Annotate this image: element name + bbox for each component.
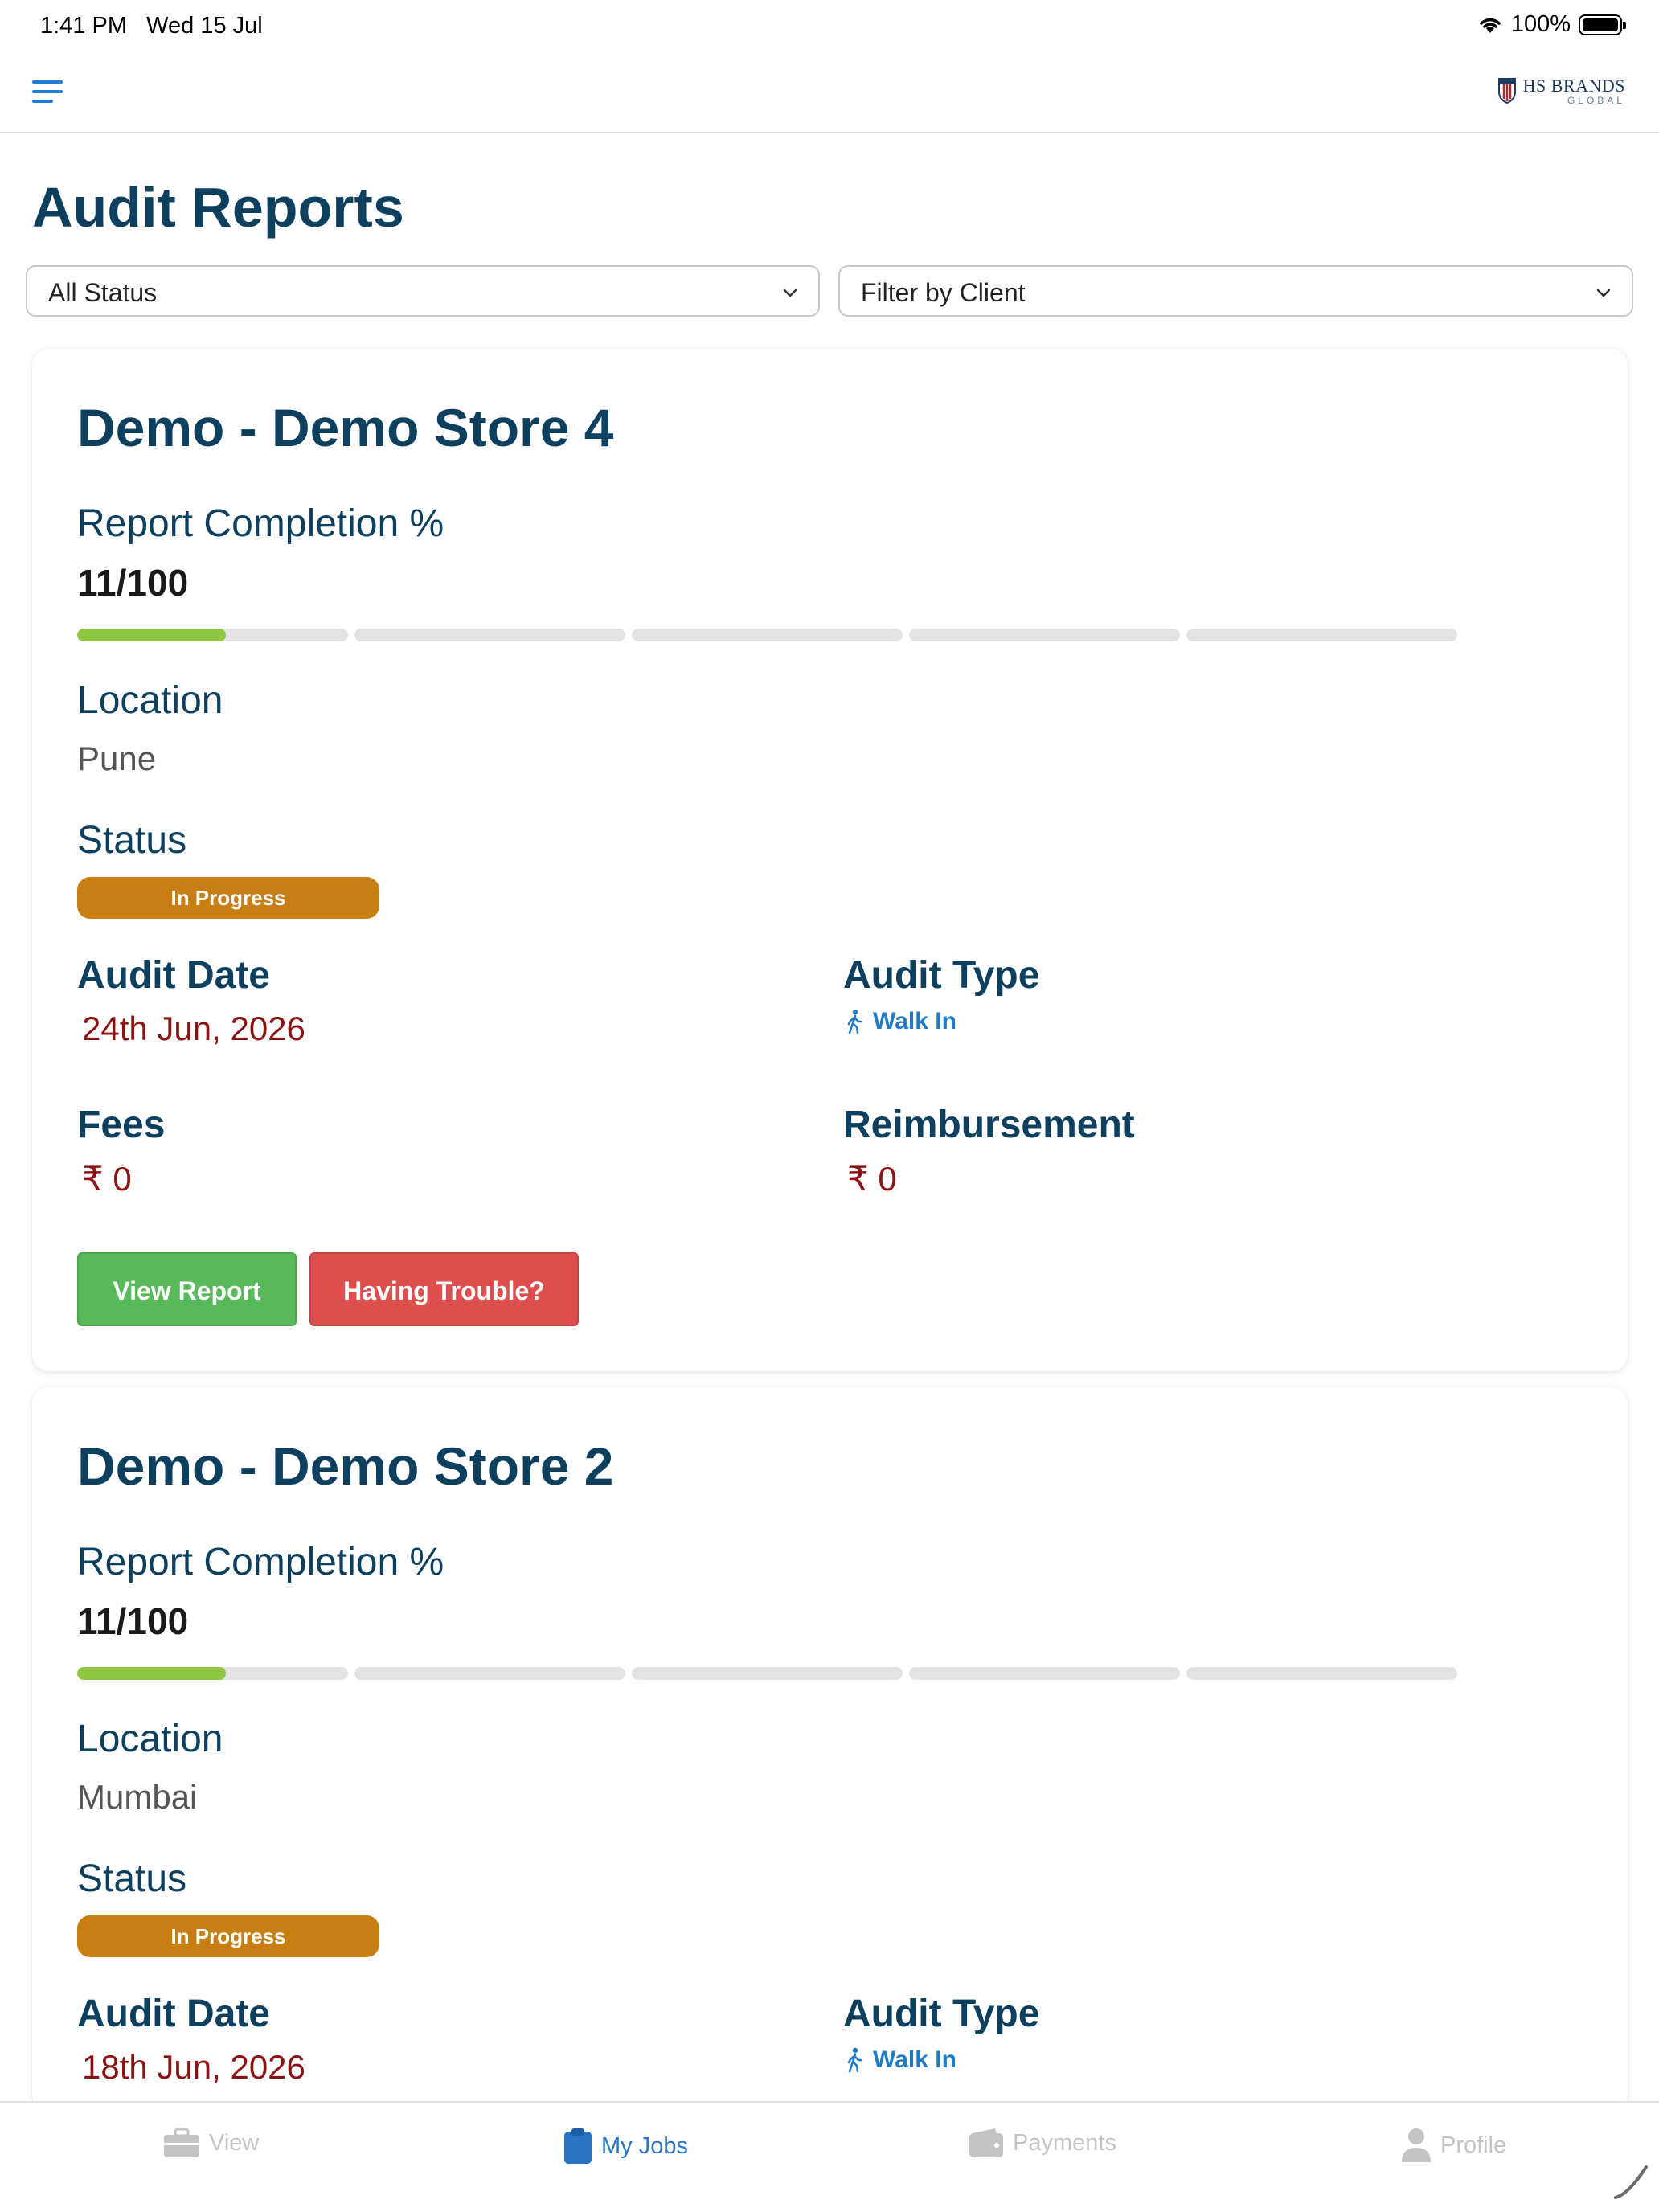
progress-segment (1186, 629, 1457, 641)
battery-percent: 100% (1510, 11, 1571, 37)
fees-label: Fees (77, 1104, 166, 1146)
completion-label: Report Completion % (77, 1541, 444, 1583)
walking-person-icon (847, 1009, 862, 1034)
audit-type-label: Audit Type (843, 1993, 1040, 2035)
status-badge: In Progress (77, 1915, 379, 1957)
audit-type-value: Walk In (846, 1008, 956, 1035)
client-filter-value: Filter by Client (861, 278, 1026, 307)
report-title: Demo - Demo Store 4 (77, 398, 614, 457)
pencil-stroke-icon (1614, 2165, 1648, 2199)
audit-date-label: Audit Date (77, 954, 270, 997)
audit-date-value: 18th Jun, 2026 (82, 2048, 305, 2086)
tab-label: My Jobs (601, 2132, 688, 2159)
chevron-down-icon (1596, 289, 1611, 297)
report-title: Demo - Demo Store 2 (77, 1436, 614, 1496)
wifi-icon (1480, 18, 1501, 33)
clipboard-icon (564, 2128, 592, 2164)
brand-subtitle: GLOBAL (1567, 95, 1625, 106)
tab-my-jobs[interactable]: My Jobs (563, 2127, 688, 2165)
progress-segment (909, 629, 1180, 641)
bottom-tab-bar: View My Jobs Payments Profile (0, 2101, 1659, 2212)
audit-date-value: 24th Jun, 2026 (82, 1010, 305, 1047)
completion-value: 11/100 (77, 1600, 189, 1642)
having-trouble-button[interactable]: Having Trouble? (309, 1252, 579, 1326)
status-label: Status (77, 1858, 187, 1900)
status-indicators: 100% (1477, 11, 1626, 38)
clock-date: Wed 15 Jul (146, 13, 263, 39)
client-filter-select[interactable]: Filter by Client (838, 265, 1633, 317)
wallet-icon (969, 2128, 1003, 2157)
shield-icon (1497, 78, 1516, 104)
report-card: Demo - Demo Store 4 Report Completion % … (32, 349, 1628, 1371)
hamburger-menu-icon[interactable] (32, 79, 64, 104)
audit-type-label: Audit Type (843, 954, 1040, 997)
status-badge: In Progress (77, 877, 379, 919)
status-label: Status (77, 819, 187, 862)
page-title: Audit Reports (32, 176, 404, 239)
progress-segment (632, 1667, 903, 1680)
audit-type-text: Walk In (873, 2046, 956, 2073)
tab-view[interactable]: View (162, 2127, 259, 2159)
completion-value: 11/100 (77, 562, 189, 604)
walking-person-icon (847, 2047, 862, 2073)
reimbursement-label: Reimbursement (843, 1104, 1135, 1146)
briefcase-icon (164, 2128, 199, 2157)
tab-payments[interactable]: Payments (968, 2127, 1116, 2159)
fees-value: ₹ 0 (82, 1160, 132, 1198)
location-label: Location (77, 1718, 223, 1760)
status-time: 1:41 PM Wed 15 Jul (40, 13, 263, 39)
view-report-button[interactable]: View Report (77, 1252, 297, 1326)
completion-label: Report Completion % (77, 502, 444, 545)
location-label: Location (77, 679, 223, 722)
tab-label: Payments (1013, 2129, 1116, 2156)
audit-type-text: Walk In (873, 1008, 956, 1034)
report-card: Demo - Demo Store 2 Report Completion % … (32, 1387, 1628, 2111)
reimbursement-value: ₹ 0 (847, 1160, 897, 1198)
progress-segment (77, 629, 348, 641)
tab-label: Profile (1440, 2132, 1507, 2158)
location-value: Pune (77, 739, 157, 777)
audit-date-label: Audit Date (77, 1993, 270, 2035)
progress-segment (1186, 1667, 1457, 1680)
status-bar: 1:41 PM Wed 15 Jul 100% (0, 0, 1659, 51)
person-icon (1402, 2128, 1431, 2162)
battery-icon (1579, 14, 1626, 35)
progress-segment (77, 1667, 348, 1680)
status-filter-select[interactable]: All Status (26, 265, 820, 317)
brand-logo: HS BRANDS GLOBAL (1497, 76, 1625, 106)
location-value: Mumbai (77, 1778, 198, 1816)
progress-segment (909, 1667, 1180, 1680)
brand-name: HS BRANDS (1522, 76, 1625, 96)
tab-profile[interactable]: Profile (1400, 2127, 1506, 2164)
status-filter-value: All Status (48, 278, 158, 307)
audit-type-value: Walk In (846, 2046, 956, 2074)
chevron-down-icon (783, 289, 797, 297)
clock-time: 1:41 PM (40, 13, 127, 39)
tab-label: View (209, 2129, 260, 2156)
app-header: HS BRANDS GLOBAL (0, 51, 1659, 133)
progress-segment (632, 629, 903, 641)
progress-segment (354, 629, 625, 641)
progress-segment (354, 1667, 625, 1680)
